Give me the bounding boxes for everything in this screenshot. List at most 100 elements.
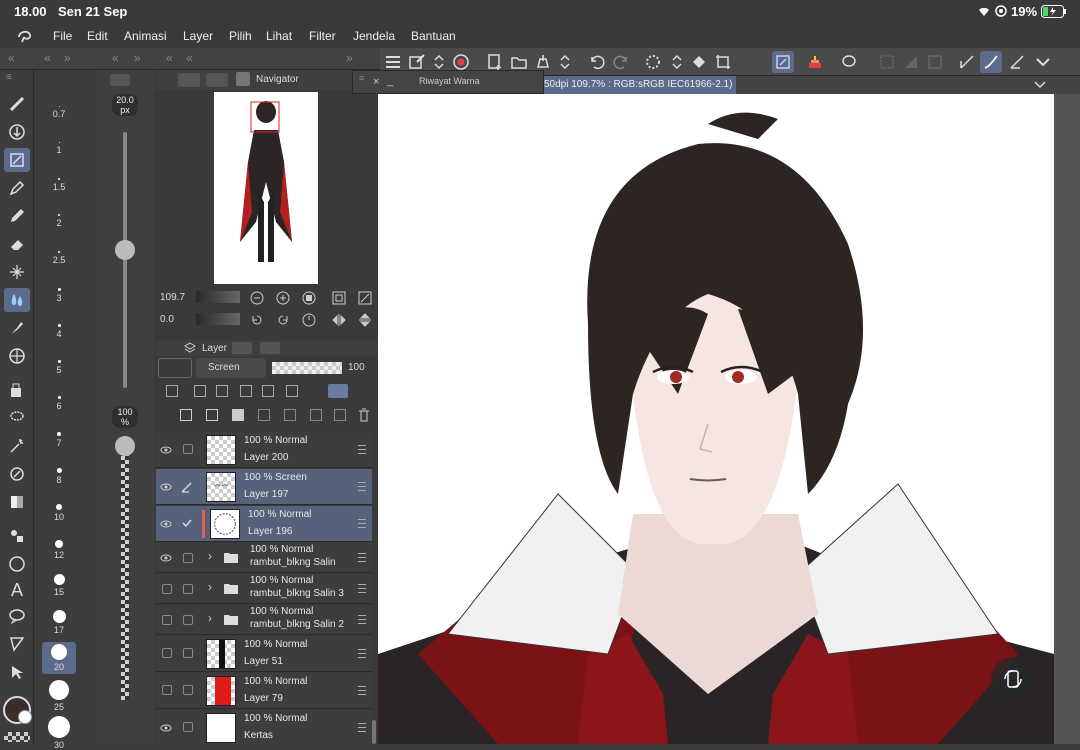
app-logo-icon[interactable] <box>16 28 34 44</box>
fit-window-icon[interactable] <box>332 291 346 305</box>
deselect-icon[interactable] <box>924 51 946 73</box>
layer-select-checkbox[interactable] <box>183 685 193 695</box>
menu-filter[interactable]: Filter <box>309 29 336 43</box>
clip-layer-icon[interactable] <box>166 385 178 397</box>
layer-row[interactable]: 100 % Screen Layer 197 <box>156 469 372 505</box>
navigator-preview[interactable] <box>214 92 318 284</box>
tab-history-icon[interactable] <box>178 73 200 87</box>
tab-color-icon[interactable] <box>232 342 252 354</box>
tab-subview-icon[interactable] <box>206 73 228 87</box>
full-view-icon[interactable] <box>358 291 372 305</box>
panel-grip-icon[interactable]: ≡ <box>359 73 364 83</box>
expand-right-icon[interactable]: » <box>134 51 141 65</box>
lock-transparency-icon[interactable] <box>262 385 274 397</box>
size-1-5[interactable]: 1.5 <box>53 182 66 192</box>
size-17[interactable]: 17 <box>54 625 64 635</box>
navigator-tab-icon[interactable] <box>236 72 250 86</box>
menu-lihat[interactable]: Lihat <box>266 29 292 43</box>
eraser-tool-icon[interactable] <box>4 232 30 256</box>
gradient-tool-icon[interactable] <box>4 490 30 514</box>
drag-handle-icon[interactable] <box>358 686 366 695</box>
expand-right-icon[interactable]: » <box>346 51 353 65</box>
navigator-title[interactable]: Navigator <box>256 74 299 85</box>
grid-tool-icon[interactable] <box>4 344 30 368</box>
layer-visibility-box[interactable] <box>162 584 172 594</box>
size-3[interactable]: 3 <box>56 293 61 303</box>
layer-color-toggle[interactable] <box>158 358 192 378</box>
size-1[interactable]: 1 <box>56 145 61 155</box>
navigator-zoom-value[interactable]: 109.7 <box>160 292 185 303</box>
layer-select-checkbox[interactable] <box>183 648 193 658</box>
layer-row[interactable]: 100 % Normal Layer 51 <box>156 636 372 672</box>
size-25[interactable]: 25 <box>54 702 64 712</box>
size-8[interactable]: 8 <box>56 475 61 485</box>
expand-folder-icon[interactable]: › <box>208 580 212 594</box>
panel-tab-icon[interactable] <box>110 74 130 86</box>
drag-handle-icon[interactable] <box>358 649 366 658</box>
brush-opacity-track[interactable] <box>121 444 129 700</box>
bucket-tool-icon[interactable] <box>4 378 30 402</box>
redo-icon[interactable] <box>610 51 632 73</box>
layer-panel-title[interactable]: Layer <box>202 343 227 354</box>
shape-tool-icon[interactable] <box>4 524 30 548</box>
eyedropper-icon[interactable] <box>4 462 30 486</box>
eye-icon[interactable] <box>160 722 172 734</box>
merge-visible-icon[interactable] <box>284 409 296 421</box>
close-icon[interactable]: × <box>373 76 379 88</box>
trash-icon[interactable] <box>358 408 370 422</box>
draft-layer-icon[interactable] <box>216 385 228 397</box>
size-5[interactable]: 5 <box>56 365 61 375</box>
move-tool-icon[interactable] <box>4 120 30 144</box>
menu-bantuan[interactable]: Bantuan <box>411 29 456 43</box>
operation-tool-icon[interactable] <box>4 660 30 684</box>
layer-row[interactable]: 100 % Normal Layer 200 <box>156 432 372 468</box>
expand-right-icon[interactable]: » <box>64 51 71 65</box>
rotate-left-icon[interactable] <box>250 313 264 327</box>
drag-handle-icon[interactable] <box>358 584 366 593</box>
magic-wand-icon[interactable] <box>4 434 30 458</box>
menu-file[interactable]: File <box>53 29 72 43</box>
fill-icon[interactable] <box>688 51 710 73</box>
ellipse-tool-icon[interactable] <box>4 552 30 576</box>
layer-visibility-box[interactable] <box>162 615 172 625</box>
drawing-canvas[interactable] <box>378 94 1054 744</box>
transform-icon[interactable] <box>772 51 794 73</box>
lasso-tool-icon[interactable] <box>4 406 30 430</box>
quick-access-button[interactable] <box>991 657 1035 701</box>
collapse-left-icon[interactable]: « <box>186 51 193 65</box>
layer-row[interactable]: 100 % Normal Layer 79 <box>156 673 372 709</box>
collapse-left-icon[interactable]: « <box>44 51 51 65</box>
crop-icon[interactable] <box>712 51 734 73</box>
navigator-rotation-value[interactable]: 0.0 <box>160 314 174 325</box>
up-down-icon[interactable] <box>554 51 576 73</box>
menu-jendela[interactable]: Jendela <box>353 29 395 43</box>
undo-icon[interactable] <box>586 51 608 73</box>
size-0-7[interactable]: 0.7 <box>53 109 66 119</box>
canvas-viewport[interactable] <box>378 94 1080 744</box>
brush-stroke-icon[interactable] <box>980 51 1002 73</box>
size-7[interactable]: 7 <box>56 438 61 448</box>
balloon-tool-icon[interactable] <box>4 604 30 628</box>
layer-opacity-slider[interactable] <box>272 362 342 374</box>
drag-handle-icon[interactable] <box>358 615 366 624</box>
drag-handle-icon[interactable] <box>358 482 366 491</box>
mask-toggle-icon[interactable] <box>286 385 298 397</box>
layer-color-icon[interactable] <box>328 384 348 398</box>
size-4[interactable]: 4 <box>56 329 61 339</box>
expand-folder-icon[interactable]: › <box>208 611 212 625</box>
rotate-right-icon[interactable] <box>276 313 290 327</box>
drag-handle-icon[interactable] <box>358 723 366 732</box>
selection-off-icon[interactable] <box>876 51 898 73</box>
brush-size-thumb[interactable] <box>115 240 135 260</box>
loading-icon[interactable] <box>642 51 664 73</box>
layer-select-checkbox[interactable] <box>183 553 193 563</box>
up-down-icon[interactable] <box>666 51 688 73</box>
checkmark-icon[interactable] <box>181 517 193 529</box>
apply-mask-icon[interactable] <box>334 409 346 421</box>
layer-row-folder[interactable]: › 100 % Normal rambut_blkng Salin 2 <box>156 605 372 635</box>
rotation-slider[interactable] <box>196 313 240 325</box>
chevron-down-icon[interactable] <box>1034 80 1046 90</box>
size-2-5[interactable]: 2.5 <box>53 255 66 265</box>
blend-tool-icon[interactable] <box>4 288 30 312</box>
drag-handle-icon[interactable] <box>358 553 366 562</box>
